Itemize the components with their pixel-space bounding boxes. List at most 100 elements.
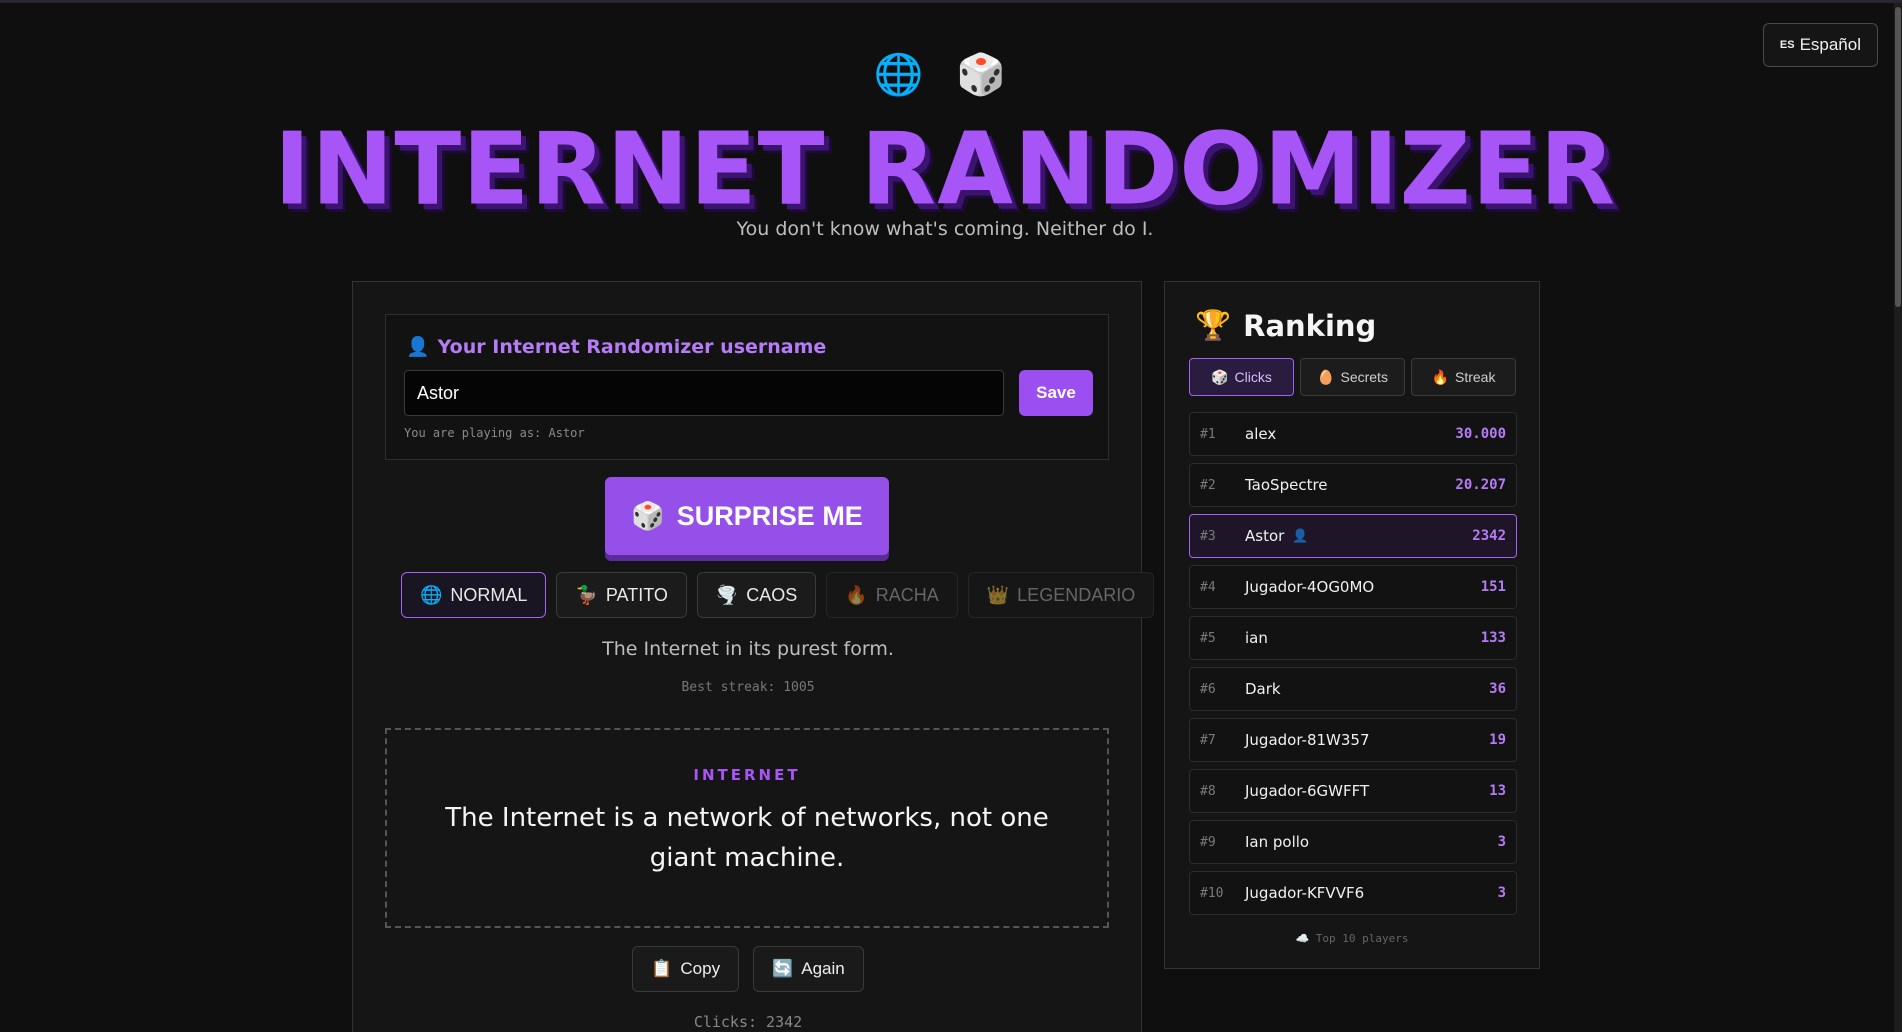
mode-label: LEGENDARIO [1017, 584, 1136, 605]
dice-icon: 🎲 [1211, 368, 1229, 385]
player-score: 19 [1489, 732, 1506, 748]
clipboard-icon: 📋 [651, 959, 673, 978]
rank-position: #7 [1200, 732, 1216, 748]
ranking-footer-text: Top 10 players [1315, 932, 1409, 945]
player-name: alex [1245, 425, 1277, 443]
user-icon: 👤 [1292, 528, 1309, 544]
player-score: 133 [1480, 630, 1506, 646]
player-name: Jugador-4OG0MO [1245, 578, 1375, 596]
again-label: Again [801, 959, 845, 978]
mode-racha-button[interactable]: 🔥 RACHA [826, 572, 958, 618]
player-name: ian [1245, 629, 1268, 647]
player-name-wrap: Astor 👤 [1245, 527, 1472, 545]
ranking-panel: 🏆 Ranking 🎲 Clicks 🥚 Secrets 🔥 Streak #1… [1164, 281, 1540, 969]
ranking-title: 🏆 Ranking [1195, 308, 1376, 343]
mode-label: NORMAL [450, 584, 528, 605]
fact-card: INTERNET The Internet is a network of ne… [385, 728, 1109, 928]
ranking-tabs: 🎲 Clicks 🥚 Secrets 🔥 Streak [1189, 358, 1516, 396]
user-icon: 👤 [406, 336, 430, 358]
mode-label: PATITO [605, 584, 668, 605]
click-counter: Clicks: 2342 [693, 1013, 803, 1031]
player-score: 36 [1489, 681, 1506, 697]
rank-position: #3 [1200, 528, 1216, 544]
player-name: TaoSpectre [1245, 476, 1328, 494]
mode-normal-button[interactable]: 🌐 NORMAL [401, 572, 547, 618]
copy-button[interactable]: 📋 Copy [632, 946, 740, 992]
player-name: Jugador-6GWFFT [1245, 782, 1370, 800]
ranking-row: #6 Dark 36 [1189, 667, 1517, 711]
ranking-row-current-user: #3 Astor 👤 2342 [1189, 514, 1517, 558]
scrollbar-thumb[interactable] [1895, 7, 1901, 307]
ranking-row: #10 Jugador-KFVVF6 3 [1189, 871, 1517, 915]
tab-secrets[interactable]: 🥚 Secrets [1300, 358, 1405, 396]
tab-label: Secrets [1340, 369, 1388, 385]
username-box: 👤 Your Internet Randomizer username Save… [385, 314, 1109, 460]
player-score: 3 [1497, 885, 1506, 901]
username-input[interactable] [404, 370, 1004, 416]
trophy-icon: 🏆 [1195, 308, 1232, 342]
player-name: Ian pollo [1245, 833, 1310, 851]
username-label: 👤 Your Internet Randomizer username [406, 335, 827, 359]
player-score: 13 [1489, 783, 1506, 799]
again-button[interactable]: 🔄 Again [753, 946, 864, 992]
save-button[interactable]: Save [1019, 370, 1093, 416]
randomizer-panel: 👤 Your Internet Randomizer username Save… [352, 281, 1155, 1032]
mode-selector: 🌐 NORMAL 🦆 PATITO 🌪️ CAOS 🔥 RACHA 👑 LEGE… [401, 572, 1155, 618]
crown-icon: 👑 [986, 584, 1010, 605]
rank-position: #2 [1200, 477, 1216, 493]
ranking-row: #4 Jugador-4OG0MO 151 [1189, 565, 1517, 609]
surprise-me-label: SURPRISE ME [676, 500, 863, 531]
rank-position: #4 [1200, 579, 1216, 595]
player-name: Dark [1245, 680, 1281, 698]
tab-clicks[interactable]: 🎲 Clicks [1189, 358, 1294, 396]
mode-caos-button[interactable]: 🌪️ CAOS [696, 572, 817, 618]
ranking-list: #1 alex 30.000 #2 TaoSpectre 20.207 #3 A… [1189, 412, 1517, 922]
mode-legendario-button[interactable]: 👑 LEGENDARIO [967, 572, 1155, 618]
duck-icon: 🦆 [575, 584, 598, 605]
rank-position: #9 [1200, 834, 1216, 850]
player-score: 3 [1497, 834, 1506, 850]
ranking-row: #9 Ian pollo 3 [1189, 820, 1517, 864]
dice-icon: 🎲 [631, 501, 665, 531]
tab-label: Streak [1454, 369, 1496, 385]
username-label-text: Your Internet Randomizer username [437, 335, 827, 358]
scrollbar-track[interactable] [1894, 3, 1902, 1032]
ranking-title-text: Ranking [1243, 308, 1377, 343]
rank-position: #8 [1200, 783, 1216, 799]
mode-description: The Internet in its purest form. [602, 638, 894, 660]
rank-position: #6 [1200, 681, 1216, 697]
globe-icon: 🌐 [420, 584, 443, 605]
playing-as-text: You are playing as: Astor [404, 426, 585, 440]
tab-label: Clicks [1234, 369, 1272, 385]
mode-label: CAOS [746, 584, 798, 605]
fire-icon: 🔥 [845, 584, 868, 605]
copy-label: Copy [680, 959, 721, 978]
player-score: 151 [1480, 579, 1506, 595]
globe-dice-icons: 🌐 🎲 [873, 52, 1017, 98]
best-streak: Best streak: 1005 [681, 680, 815, 695]
ranking-row: #7 Jugador-81W357 19 [1189, 718, 1517, 762]
cloud-icon: ☁️ [1295, 932, 1310, 945]
player-name: Astor [1245, 527, 1285, 545]
flag-es-icon: ES [1779, 39, 1795, 51]
player-name: Jugador-KFVVF6 [1245, 884, 1365, 902]
ranking-row: #2 TaoSpectre 20.207 [1189, 463, 1517, 507]
ranking-row: #5 ian 133 [1189, 616, 1517, 660]
fact-actions: 📋 Copy 🔄 Again [353, 946, 1143, 992]
ranking-row: #8 Jugador-6GWFFT 13 [1189, 769, 1517, 813]
player-score: 2342 [1472, 528, 1506, 544]
mode-patito-button[interactable]: 🦆 PATITO [556, 572, 687, 618]
mode-label: RACHA [875, 584, 939, 605]
rank-position: #5 [1200, 630, 1216, 646]
page-title: INTERNET RANDOMIZER [273, 111, 1617, 229]
surprise-me-button[interactable]: 🎲 SURPRISE ME [605, 477, 889, 555]
tab-streak[interactable]: 🔥 Streak [1411, 358, 1516, 396]
egg-icon: 🥚 [1317, 368, 1335, 385]
player-score: 20.207 [1455, 477, 1506, 493]
fact-text: The Internet is a network of networks, n… [445, 803, 1049, 873]
rank-position: #10 [1200, 885, 1224, 901]
player-name: Jugador-81W357 [1245, 731, 1370, 749]
player-score: 30.000 [1455, 426, 1506, 442]
tornado-icon: 🌪️ [715, 584, 739, 605]
fire-icon: 🔥 [1431, 368, 1449, 385]
